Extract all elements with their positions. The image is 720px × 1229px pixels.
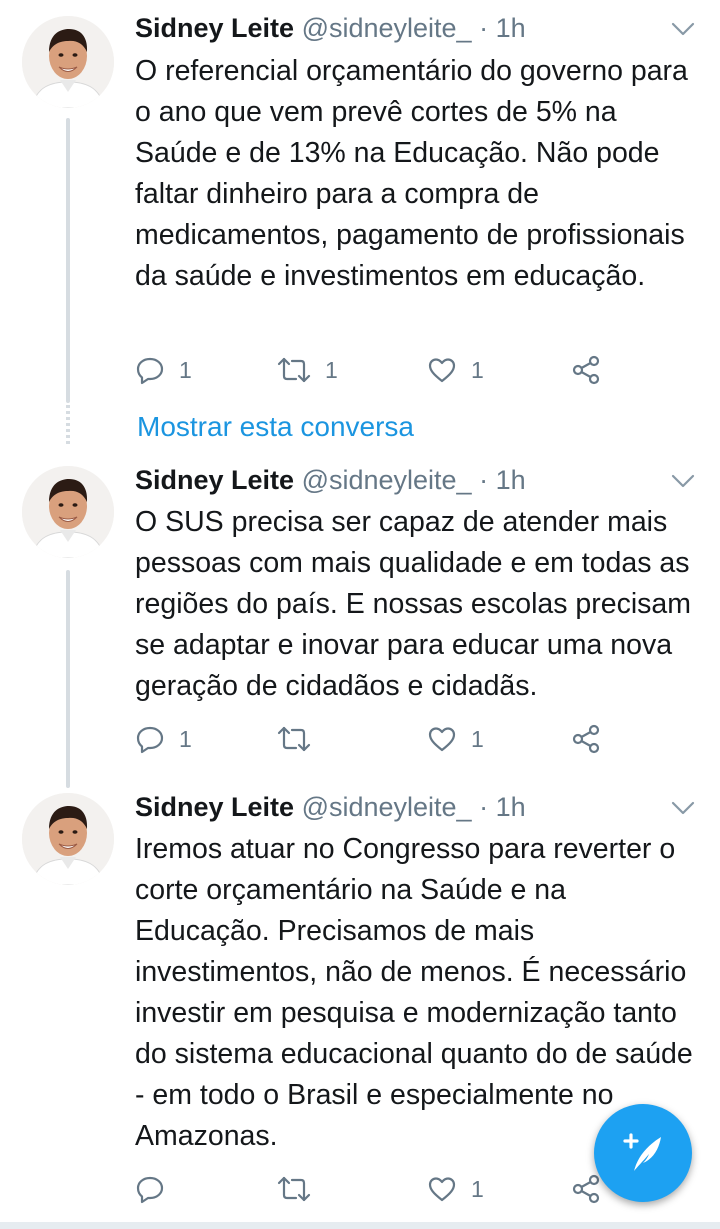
chevron-down-icon[interactable] — [670, 472, 696, 490]
retweet-button[interactable] — [277, 1169, 325, 1209]
tweet-text: O SUS precisa ser capaz de atender mais … — [135, 506, 692, 702]
like-count: 1 — [471, 725, 484, 752]
like-count: 1 — [471, 356, 484, 383]
separator-dot: · — [479, 13, 489, 43]
avatar-image — [22, 793, 114, 885]
reply-button[interactable] — [135, 1169, 179, 1209]
like-count: 1 — [471, 1175, 484, 1202]
reply-icon — [136, 357, 164, 385]
user-handle[interactable]: @sidneyleite_ — [302, 13, 472, 43]
tweet-header: Sidney Leite @sidneyleite_ · 1h — [135, 787, 526, 827]
timestamp[interactable]: 1h — [496, 792, 526, 822]
timestamp[interactable]: 1h — [496, 465, 526, 495]
share-button[interactable] — [571, 350, 601, 390]
reply-count: 1 — [179, 356, 192, 383]
retweet-icon — [277, 726, 311, 752]
heart-icon — [428, 727, 456, 752]
display-name[interactable]: Sidney Leite — [135, 465, 294, 495]
like-button[interactable]: 1 — [427, 1169, 484, 1209]
user-handle[interactable]: @sidneyleite_ — [302, 792, 472, 822]
chevron-down-icon[interactable] — [670, 20, 696, 38]
heart-icon — [428, 358, 456, 383]
share-button[interactable] — [571, 719, 601, 759]
display-name[interactable]: Sidney Leite — [135, 13, 294, 43]
share-icon — [572, 355, 600, 385]
avatar[interactable] — [22, 466, 114, 558]
like-button[interactable]: 1 — [427, 350, 484, 390]
display-name[interactable]: Sidney Leite — [135, 792, 294, 822]
user-handle[interactable]: @sidneyleite_ — [302, 465, 472, 495]
thread-dots — [66, 405, 70, 445]
reply-count: 1 — [179, 725, 192, 752]
separator-dot: · — [479, 465, 489, 495]
tweet-header: Sidney Leite @sidneyleite_ · 1h — [135, 8, 526, 48]
reply-icon — [136, 1176, 164, 1204]
retweet-button[interactable]: 1 — [277, 350, 338, 390]
reply-button[interactable]: 1 — [135, 719, 192, 759]
avatar[interactable] — [22, 16, 114, 108]
avatar-image — [22, 466, 114, 558]
compose-tweet-icon — [623, 1133, 661, 1171]
retweet-button[interactable] — [277, 719, 325, 759]
tweet-text: Iremos atuar no Congresso para reverter … — [135, 833, 693, 1152]
heart-icon — [428, 1177, 456, 1202]
like-button[interactable]: 1 — [427, 719, 484, 759]
separator-dot: · — [479, 792, 489, 822]
retweet-icon — [277, 1176, 311, 1202]
retweet-count: 1 — [325, 356, 338, 383]
tweet-text: O referencial orçamentário do governo pa… — [135, 55, 688, 292]
tweet-header: Sidney Leite @sidneyleite_ · 1h — [135, 460, 526, 500]
avatar-image — [22, 16, 114, 108]
tweet[interactable]: Sidney Leite @sidneyleite_ · 1h O SUS pr… — [0, 460, 720, 780]
compose-tweet-button[interactable] — [594, 1104, 692, 1202]
bottom-divider — [0, 1222, 720, 1229]
chevron-down-icon[interactable] — [670, 799, 696, 817]
show-conversation-link[interactable]: Mostrar esta conversa — [137, 405, 414, 449]
tweet-actions: 1 1 — [135, 719, 615, 759]
tweet-actions: 1 — [135, 1169, 615, 1209]
avatar[interactable] — [22, 793, 114, 885]
share-button[interactable] — [571, 1169, 601, 1209]
share-icon — [572, 724, 600, 754]
retweet-icon — [277, 357, 311, 383]
tweet[interactable]: Sidney Leite @sidneyleite_ · 1h O refere… — [0, 8, 720, 393]
timestamp[interactable]: 1h — [496, 13, 526, 43]
reply-icon — [136, 726, 164, 754]
reply-button[interactable]: 1 — [135, 350, 192, 390]
tweet-actions: 1 1 1 — [135, 350, 615, 390]
share-icon — [572, 1174, 600, 1204]
